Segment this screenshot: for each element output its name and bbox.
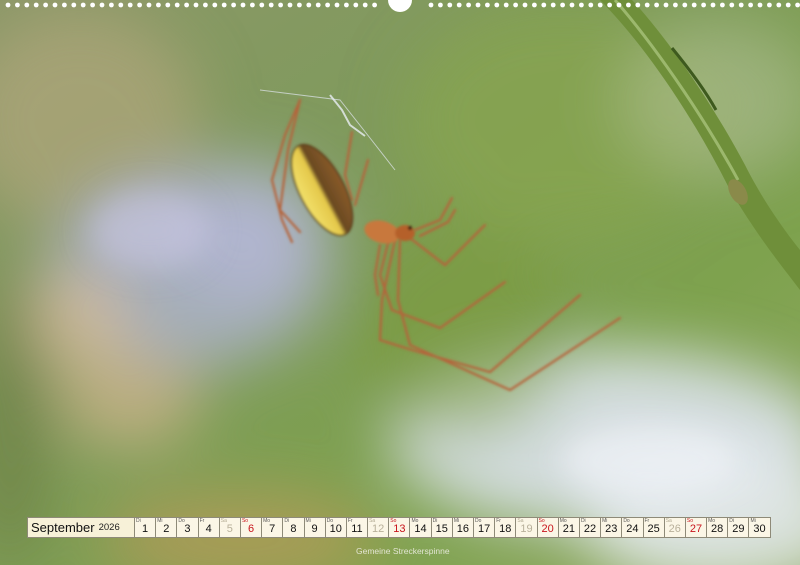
day-cell: Sa 12 xyxy=(368,517,390,538)
day-number: 23 xyxy=(605,523,618,535)
day-number: 17 xyxy=(477,523,491,535)
day-cell: Sa 26 xyxy=(664,517,686,538)
day-number: 29 xyxy=(732,523,745,535)
day-cell: Mi 23 xyxy=(601,517,623,538)
day-number: 12 xyxy=(372,523,385,535)
day-number: 25 xyxy=(647,523,660,535)
day-cell: Di 15 xyxy=(431,517,453,538)
day-cell: Do 17 xyxy=(474,517,496,538)
day-number: 21 xyxy=(562,523,575,535)
day-number: 5 xyxy=(226,523,233,535)
day-cell: Fr 4 xyxy=(198,517,220,538)
day-cells: Di 1 Mi 2 Do 3 Fr 4 Sa 5 So 6 Mo 7 Di 8 Mi 9 Do 10 Fr 11 Sa 12 S… xyxy=(135,517,771,538)
day-cell: Sa 19 xyxy=(516,517,538,538)
day-cell: Mo 7 xyxy=(262,517,284,538)
day-number: 1 xyxy=(142,523,149,535)
day-cell: Mo 28 xyxy=(707,517,729,538)
day-cell: Mo 14 xyxy=(410,517,432,538)
day-cell: Fr 25 xyxy=(643,517,665,538)
day-cell: So 13 xyxy=(389,517,411,538)
day-number: 10 xyxy=(329,523,342,535)
day-number: 13 xyxy=(393,523,406,535)
month-label: September 2026 xyxy=(27,517,135,538)
day-cell: Fr 18 xyxy=(495,517,517,538)
day-number: 24 xyxy=(626,523,639,535)
day-cell: Mi 16 xyxy=(452,517,474,538)
day-number: 11 xyxy=(351,523,363,535)
day-number: 15 xyxy=(435,523,448,535)
day-cell: Mi 9 xyxy=(304,517,326,538)
day-cell: So 20 xyxy=(537,517,559,538)
day-cell: So 6 xyxy=(240,517,263,538)
day-number: 4 xyxy=(205,523,212,535)
day-number: 19 xyxy=(520,523,533,535)
day-cell: Di 29 xyxy=(728,517,750,538)
day-number: 20 xyxy=(541,523,554,535)
day-cell: So 27 xyxy=(685,517,708,538)
day-cell: Di 1 xyxy=(135,517,157,538)
day-number: 28 xyxy=(711,523,724,535)
day-number: 18 xyxy=(499,523,512,535)
photo-caption: Gemeine Streckerspinne xyxy=(356,546,450,556)
wire-binding xyxy=(5,0,800,12)
day-number: 2 xyxy=(163,523,170,535)
day-cell: Mi 2 xyxy=(156,517,178,538)
day-cell: Fr 11 xyxy=(346,517,369,538)
day-cell: Mo 21 xyxy=(558,517,580,538)
day-cell: Mi 30 xyxy=(749,517,771,538)
day-number: 16 xyxy=(456,523,470,535)
day-number: 6 xyxy=(247,523,255,535)
day-cell: Do 3 xyxy=(177,517,199,538)
month-year: 2026 xyxy=(98,522,120,533)
day-number: 14 xyxy=(414,523,427,535)
day-number: 3 xyxy=(184,523,191,535)
day-cell: Di 8 xyxy=(283,517,305,538)
day-number: 22 xyxy=(583,523,597,535)
day-cell: Do 24 xyxy=(622,517,644,538)
day-cell: Di 22 xyxy=(579,517,602,538)
day-number: 27 xyxy=(689,523,703,535)
month-name: September xyxy=(31,520,95,535)
day-number: 26 xyxy=(668,523,681,535)
day-number: 8 xyxy=(290,523,297,535)
spider-photo xyxy=(0,0,800,565)
day-number: 9 xyxy=(311,523,318,535)
day-number: 7 xyxy=(269,523,276,535)
day-number: 30 xyxy=(753,523,766,535)
calendar-strip: September 2026 Di 1 Mi 2 Do 3 Fr 4 Sa 5 So 6 Mo 7 Di 8 M… xyxy=(27,517,771,538)
day-cell: Do 10 xyxy=(325,517,347,538)
day-cell: Sa 5 xyxy=(219,517,241,538)
